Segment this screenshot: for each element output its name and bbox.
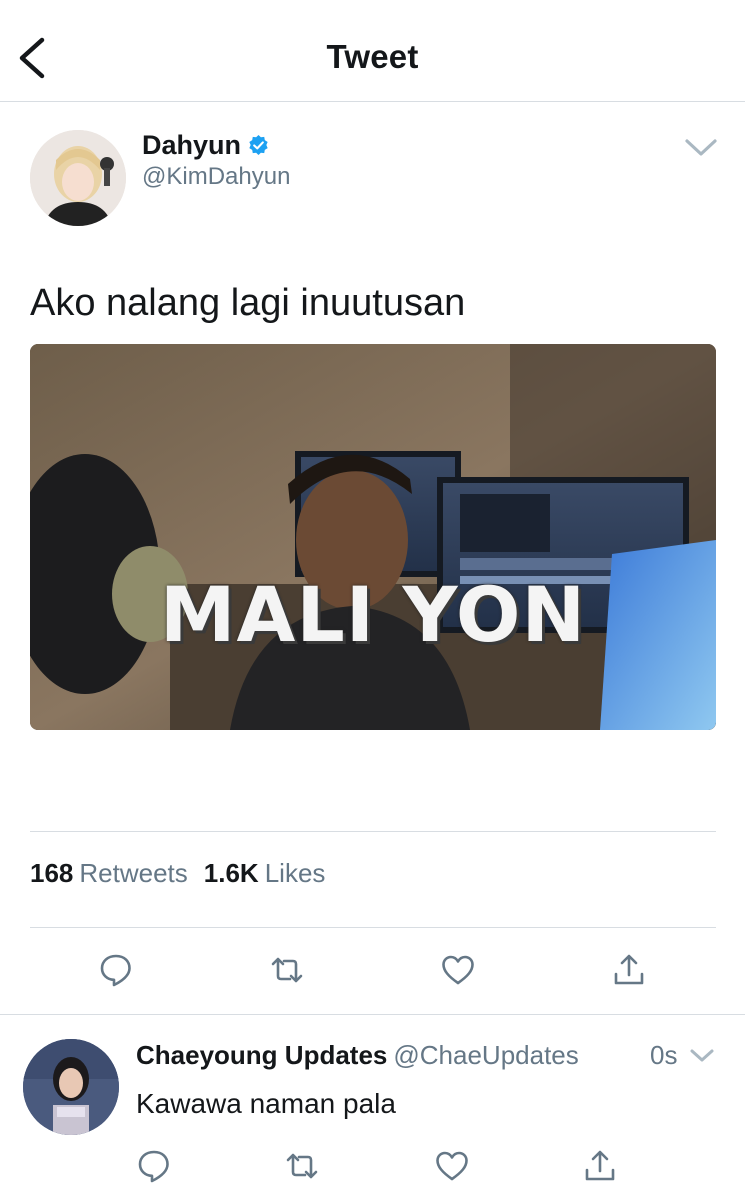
share-icon[interactable] bbox=[611, 952, 647, 988]
reply-author-name[interactable]: Chaeyoung Updates bbox=[136, 1040, 387, 1070]
reply-author-handle[interactable]: @ChaeUpdates bbox=[393, 1040, 578, 1070]
chevron-down-icon[interactable] bbox=[684, 138, 718, 158]
reply-actions bbox=[136, 1148, 716, 1188]
retweets-count[interactable]: 168 bbox=[30, 858, 73, 889]
retweet-icon[interactable] bbox=[269, 952, 305, 988]
reply-header: Chaeyoung Updates @ChaeUpdates bbox=[136, 1040, 579, 1071]
tweet-stats: 168 Retweets 1.6K Likes bbox=[30, 858, 341, 889]
divider bbox=[30, 927, 716, 928]
likes-count[interactable]: 1.6K bbox=[204, 858, 259, 889]
author-name[interactable]: Dahyun bbox=[142, 130, 269, 161]
tweet-media[interactable]: MALI YON bbox=[30, 344, 716, 730]
author-name-text: Dahyun bbox=[142, 130, 242, 160]
nav-header: Tweet bbox=[0, 0, 745, 102]
page-title: Tweet bbox=[326, 38, 419, 75]
like-icon[interactable] bbox=[440, 952, 476, 988]
likes-label[interactable]: Likes bbox=[265, 858, 326, 889]
reply-icon[interactable] bbox=[136, 1148, 172, 1184]
reply-text: Kawawa naman pala bbox=[136, 1088, 396, 1119]
share-icon[interactable] bbox=[582, 1148, 618, 1184]
reply-avatar[interactable] bbox=[23, 1039, 119, 1135]
like-icon[interactable] bbox=[434, 1148, 470, 1184]
divider bbox=[30, 831, 716, 832]
author-handle[interactable]: @KimDahyun bbox=[142, 163, 290, 191]
retweet-icon[interactable] bbox=[284, 1148, 320, 1184]
divider bbox=[0, 1014, 745, 1015]
reply-icon[interactable] bbox=[98, 952, 134, 988]
author-avatar[interactable] bbox=[30, 130, 126, 226]
media-caption: MALI YON bbox=[159, 570, 587, 659]
verified-badge-icon bbox=[249, 135, 268, 156]
reply-timestamp: 0s bbox=[650, 1040, 678, 1070]
retweets-label[interactable]: Retweets bbox=[79, 858, 187, 889]
chevron-down-icon[interactable] bbox=[689, 1048, 715, 1064]
tweet-actions bbox=[30, 952, 716, 992]
tweet-text: Ako nalang lagi inuutusan bbox=[30, 282, 466, 324]
